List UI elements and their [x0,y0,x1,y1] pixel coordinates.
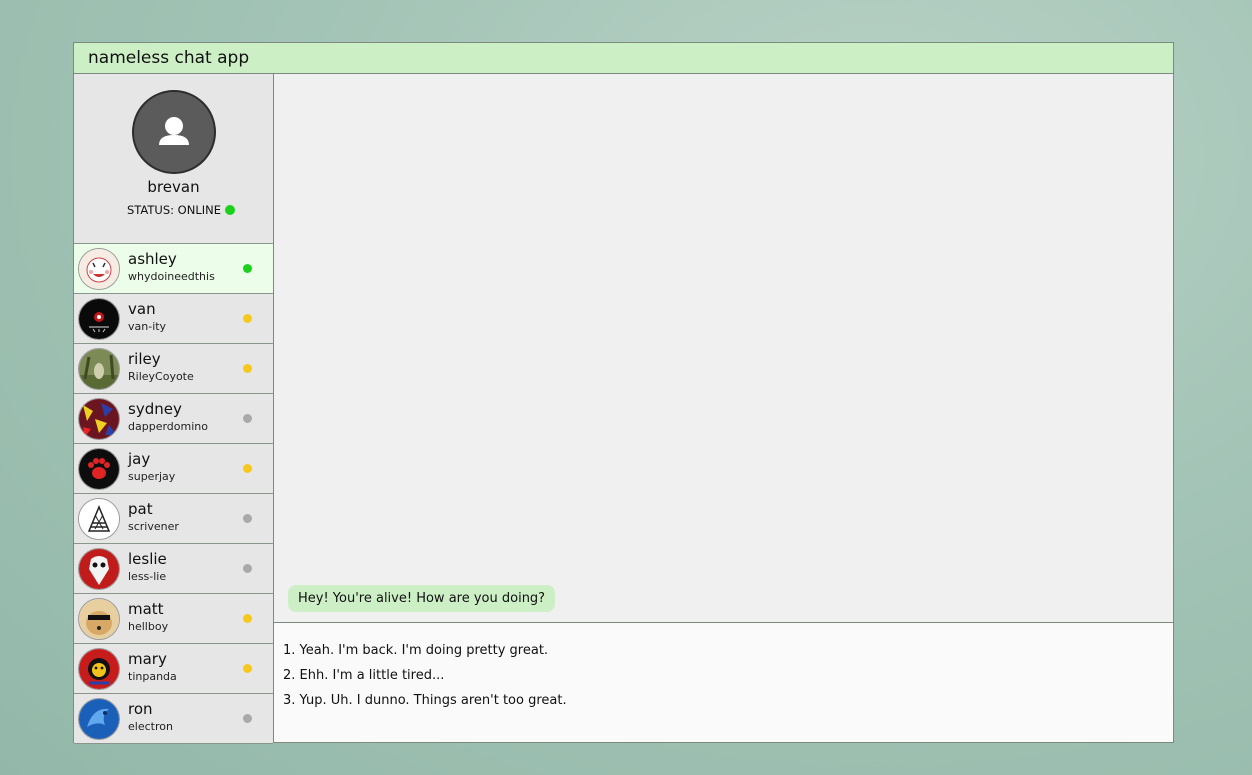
title-bar: nameless chat app [74,43,1173,74]
offline-status-icon [243,514,252,523]
reply-option-1[interactable]: 1. Yeah. I'm back. I'm doing pretty grea… [283,643,548,658]
contact-handle: RileyCoyote [128,370,194,383]
contact-avatar [78,298,120,340]
away-status-icon [243,664,252,673]
away-status-icon [243,314,252,323]
contact-avatar [78,548,120,590]
contact-name: matt [128,600,164,618]
contact-matt[interactable]: matt hellboy [74,594,273,644]
offline-status-icon [243,564,252,573]
contact-leslie[interactable]: leslie less-lie [74,544,273,594]
contact-name: ron [128,700,153,718]
message-area: Hey! You're alive! How are you doing? [274,74,1173,623]
contact-handle: hellboy [128,620,169,633]
contact-name: mary [128,650,167,668]
contact-van[interactable]: van van-ity [74,294,273,344]
reply-option-2[interactable]: 2. Ehh. I'm a little tired... [283,668,444,683]
offline-status-icon [243,414,252,423]
contact-name: pat [128,500,153,518]
contact-avatar [78,398,120,440]
contact-sydney[interactable]: sydney dapperdomino [74,394,273,444]
contact-avatar [78,348,120,390]
profile-name: brevan [147,178,200,196]
contact-name: leslie [128,550,167,568]
app-title: nameless chat app [88,48,250,68]
chat-app-window: nameless chat app brevan STATUS: ONLINE … [73,42,1174,744]
contact-handle: superjay [128,470,176,483]
contact-avatar [78,598,120,640]
user-icon [159,117,189,145]
contact-avatar [78,698,120,740]
contact-ron[interactable]: ron electron [74,694,273,744]
contact-riley[interactable]: riley RileyCoyote [74,344,273,394]
online-status-icon [243,264,252,273]
contact-ashley[interactable]: ashley whydoineedthis [74,244,273,294]
contact-handle: scrivener [128,520,179,533]
contact-handle: tinpanda [128,670,177,683]
message-bubble: Hey! You're alive! How are you doing? [288,585,556,612]
away-status-icon [243,464,252,473]
profile-avatar[interactable] [132,90,216,174]
contact-mary[interactable]: mary tinpanda [74,644,273,694]
sidebar: brevan STATUS: ONLINE ashley whydoineedth… [74,74,274,744]
contact-avatar [78,648,120,690]
away-status-icon [243,614,252,623]
contact-avatar [78,498,120,540]
contact-name: riley [128,350,161,368]
contact-pat[interactable]: pat scrivener [74,494,273,544]
contact-jay[interactable]: jay superjay [74,444,273,494]
reply-options: 1. Yeah. I'm back. I'm doing pretty grea… [274,623,1173,742]
contact-avatar [78,448,120,490]
contact-name: sydney [128,400,182,418]
contact-handle: dapperdomino [128,420,208,433]
contact-name: jay [128,450,151,468]
away-status-icon [243,364,252,373]
contact-handle: less-lie [128,570,167,583]
contact-handle: electron [128,720,173,733]
contact-handle: whydoineedthis [128,270,215,283]
user-profile: brevan STATUS: ONLINE [74,74,273,244]
contact-handle: van-ity [128,320,167,333]
profile-status-text: STATUS: ONLINE [127,203,221,217]
online-status-icon [225,205,235,215]
contact-avatar [78,248,120,290]
contact-name: ashley [128,250,177,268]
contact-name: van [128,300,156,318]
reply-option-3[interactable]: 3. Yup. Uh. I dunno. Things aren't too g… [283,693,567,708]
offline-status-icon [243,714,252,723]
